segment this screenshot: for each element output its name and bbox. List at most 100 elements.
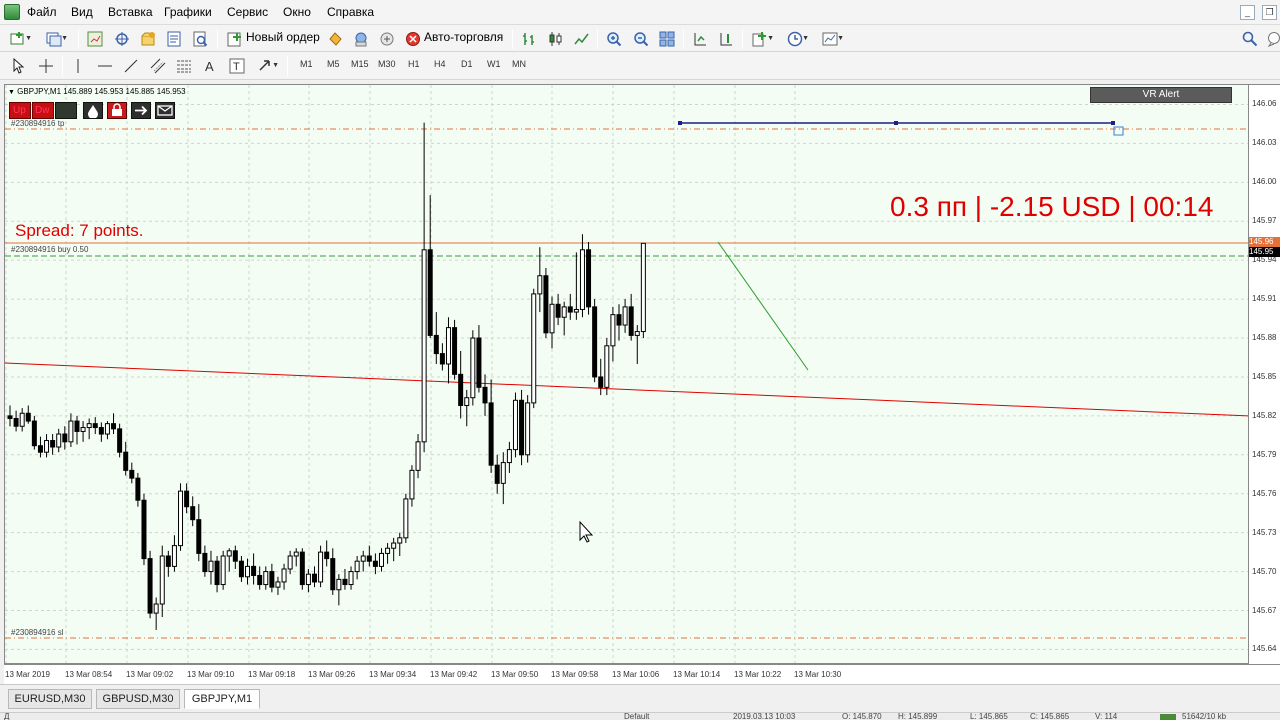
bull-candle <box>500 462 506 484</box>
market-icon[interactable] <box>377 29 397 48</box>
time-tick-label: 13 Mar 09:02 <box>126 670 174 679</box>
indicators-icon[interactable]: ▼ <box>750 29 774 48</box>
tab-eurusd-m30[interactable]: EURUSD,M30 <box>8 689 92 709</box>
down-button[interactable]: Dw <box>32 102 54 119</box>
chart-shift-icon[interactable] <box>716 29 736 48</box>
autoscroll-icon[interactable] <box>690 29 710 48</box>
tab-gbpusd-m30[interactable]: GBPUSD,M30 <box>96 689 180 709</box>
alert-line-handle[interactable] <box>1111 121 1115 125</box>
minimize-icon[interactable]: _ <box>1240 5 1255 20</box>
crosshair-icon[interactable] <box>36 56 56 75</box>
strategy-tester-icon[interactable] <box>190 29 210 48</box>
arrow-right-icon[interactable] <box>131 102 151 119</box>
menu-help[interactable]: Справка <box>327 5 374 19</box>
equidistant-channel-icon[interactable] <box>148 56 168 75</box>
timeframe-m30[interactable]: M30 <box>378 59 396 69</box>
separator <box>742 29 743 49</box>
profiles-icon[interactable]: ▼ <box>44 29 68 48</box>
zoom-in-icon[interactable] <box>604 29 624 48</box>
price-tick-label: 145.85 <box>1252 371 1277 381</box>
mail-icon[interactable] <box>155 102 175 119</box>
up-button[interactable]: Up <box>9 102 31 119</box>
arrows-icon[interactable]: ▼ <box>255 56 279 75</box>
lock-icon[interactable] <box>107 102 127 119</box>
zoom-out-icon[interactable] <box>631 29 651 48</box>
bar-chart-icon[interactable] <box>519 29 539 48</box>
bull-candle <box>640 242 646 333</box>
bear-candle <box>628 306 634 336</box>
menu-file[interactable]: Файл <box>27 5 57 19</box>
vr-alert-button[interactable]: VR Alert <box>1090 87 1232 103</box>
candlestick-chart-icon[interactable] <box>546 29 566 48</box>
timeframe-w1[interactable]: W1 <box>487 59 501 69</box>
menu-tools[interactable]: Сервис <box>227 5 268 19</box>
market-watch-icon[interactable] <box>85 29 105 48</box>
autotrading-button[interactable]: Авто-торговля <box>403 29 506 48</box>
bull-candle <box>415 441 421 471</box>
restore-icon[interactable]: ❐ <box>1262 5 1277 20</box>
vertical-line-icon[interactable] <box>68 56 88 75</box>
alert-line-handle[interactable] <box>894 121 898 125</box>
metatrader-window: Файл Вид Вставка Графики Сервис Окно Спр… <box>0 0 1280 720</box>
search-icon[interactable] <box>1240 29 1260 48</box>
tab-gbpjpy-m1[interactable]: GBPJPY,M1 <box>184 689 260 709</box>
price-chart[interactable]: ▼ GBPJPY,M1 145.889 145.953 145.885 145.… <box>4 84 1249 664</box>
trendline-icon[interactable] <box>121 56 141 75</box>
bull-candle <box>348 571 354 586</box>
bull-candle <box>275 581 281 588</box>
bull-candle <box>604 345 610 388</box>
data-window-icon[interactable] <box>112 29 132 48</box>
timeframe-h4[interactable]: H4 <box>434 59 446 69</box>
chart-canvas[interactable] <box>5 85 1249 664</box>
status-bar: Д Default 2019.03.13 10:03 О: 145.870 Н:… <box>0 712 1280 720</box>
blank-button[interactable] <box>55 102 77 119</box>
timeframe-mn[interactable]: MN <box>512 59 526 69</box>
menu-charts[interactable]: Графики <box>164 5 212 19</box>
price-tick-label: 145.76 <box>1252 488 1277 498</box>
bear-candle <box>31 420 37 447</box>
menu-window[interactable]: Окно <box>283 5 311 19</box>
bull-candle <box>549 303 555 334</box>
text-label-icon[interactable]: T <box>227 56 247 75</box>
bear-candle <box>214 560 220 586</box>
bull-candle <box>263 571 269 586</box>
navigator-icon[interactable] <box>138 29 158 48</box>
price-scale[interactable]: 146.06 146.03 146.00 145.97 145.94 145.91 145.… <box>1249 84 1280 664</box>
timeframe-h1[interactable]: H1 <box>408 59 420 69</box>
cursor-icon[interactable] <box>8 56 28 75</box>
drop-icon[interactable] <box>83 102 103 119</box>
timeframe-d1[interactable]: D1 <box>461 59 473 69</box>
new-order-button[interactable]: Новый ордер <box>225 29 320 48</box>
text-icon[interactable]: A <box>200 56 220 75</box>
status-left: Д <box>4 712 10 720</box>
chat-icon[interactable] <box>1264 29 1280 48</box>
templates-icon[interactable]: ▼ <box>820 29 844 48</box>
price-tick-label: 145.73 <box>1252 527 1277 537</box>
terminal-icon[interactable] <box>164 29 184 48</box>
expert-advisor-icon[interactable] <box>325 29 345 48</box>
autotrading-label: Авто-торговля <box>424 30 504 44</box>
signals-icon[interactable] <box>351 29 371 48</box>
pnl-text: 0.3 пп | -2.15 USD | 00:14 <box>890 191 1214 222</box>
line-chart-icon[interactable] <box>572 29 592 48</box>
fibonacci-icon[interactable] <box>174 56 194 75</box>
time-scale[interactable]: 13 Mar 2019 13 Mar 08:54 13 Mar 09:02 13 Ma… <box>4 664 1280 684</box>
menu-insert[interactable]: Вставка <box>108 5 153 19</box>
app-icon[interactable] <box>4 4 20 20</box>
horizontal-line-icon[interactable] <box>95 56 115 75</box>
price-tick-label: 146.03 <box>1252 138 1277 148</box>
periods-icon[interactable]: ▼ <box>785 29 809 48</box>
bear-candle <box>184 490 190 508</box>
alert-line-handle[interactable] <box>678 121 682 125</box>
timeframe-m15[interactable]: M15 <box>351 59 369 69</box>
time-tick-label: 13 Mar 10:14 <box>673 670 721 679</box>
timeframe-m5[interactable]: M5 <box>327 59 340 69</box>
bull-candle <box>305 573 311 586</box>
status-datetime: 2019.03.13 10:03 <box>733 712 796 720</box>
tile-windows-icon[interactable] <box>657 29 677 48</box>
menu-view[interactable]: Вид <box>71 5 93 19</box>
timeframe-m1[interactable]: M1 <box>300 59 313 69</box>
new-chart-icon[interactable]: ▼ <box>8 29 32 48</box>
chart-tabs: EURUSD,M30 GBPUSD,M30 GBPJPY,M1 <box>0 684 1280 712</box>
bull-candle <box>293 551 299 557</box>
